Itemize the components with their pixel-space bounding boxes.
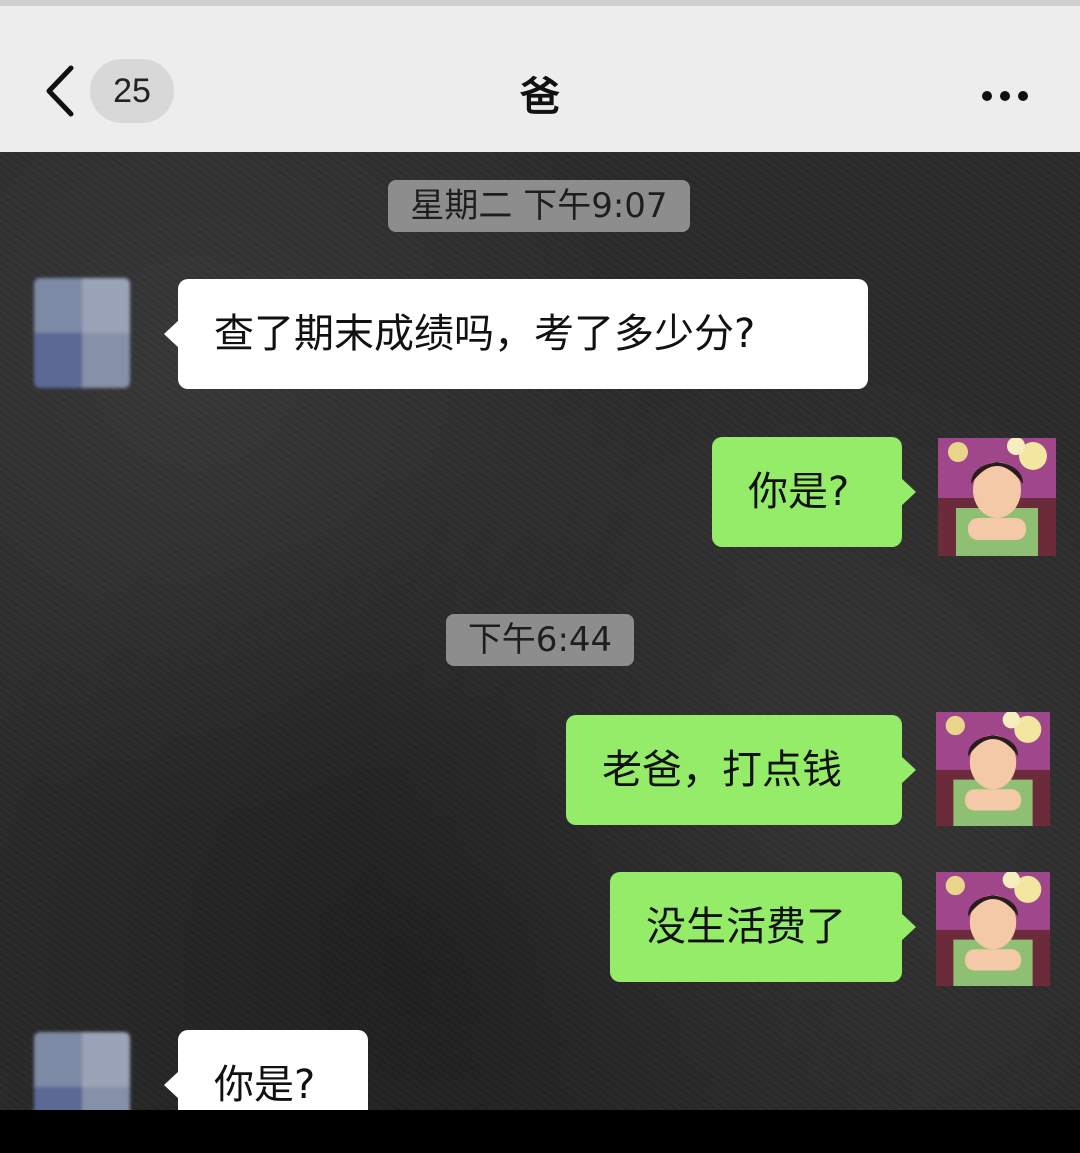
message-bubble-outgoing[interactable]: 没生活费了 (610, 872, 916, 982)
message-bubble-incoming[interactable]: 查了期末成绩吗，考了多少分? (164, 279, 868, 389)
bottom-edge (0, 1110, 1080, 1153)
timestamp: 星期二 下午9:07 (388, 180, 690, 232)
unread-count-badge: 25 (90, 59, 174, 123)
back-button[interactable]: 25 (30, 46, 190, 136)
timestamp: 下午6:44 (446, 614, 634, 666)
more-button[interactable] (970, 66, 1040, 126)
chevron-left-icon (30, 51, 90, 131)
chat-header: 25 爸 (0, 0, 1080, 152)
message-bubble-outgoing[interactable]: 老爸，打点钱 (566, 715, 916, 825)
message-list[interactable]: 星期二 下午9:07 查了期末成绩吗，考了多少分? 你是? 下午6:44 老爸，… (0, 152, 1080, 1110)
my-avatar[interactable] (938, 438, 1056, 556)
more-horizontal-icon (981, 87, 1029, 106)
message-bubble-incoming[interactable]: 你是? (164, 1030, 368, 1110)
message-bubble-outgoing[interactable]: 你是? (712, 437, 916, 547)
my-avatar[interactable] (936, 712, 1050, 826)
sender-avatar[interactable] (34, 1032, 130, 1110)
my-avatar[interactable] (936, 872, 1050, 986)
chat-title: 爸 (520, 74, 560, 120)
sender-avatar[interactable] (34, 278, 130, 388)
